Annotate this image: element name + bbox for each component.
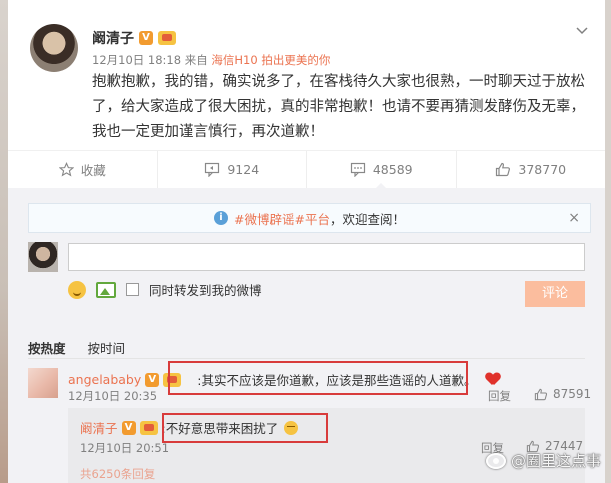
comment-input[interactable]: [68, 243, 585, 271]
notice-text: ，欢迎查阅！: [329, 211, 405, 227]
emoji-icon[interactable]: [68, 280, 86, 299]
post-time[interactable]: 12月10日 18:18: [92, 53, 181, 67]
info-icon: i: [214, 211, 229, 225]
comment-username[interactable]: angelababy: [68, 372, 141, 387]
submit-comment-button[interactable]: 评论: [525, 281, 585, 307]
repost-button[interactable]: 9124: [158, 151, 307, 188]
weibo-eye-icon: [485, 452, 506, 469]
comment-like-button[interactable]: 87591: [534, 387, 591, 401]
post-text: 抱歉抱歉，我的错，确实说多了，在客栈待久大家也很熟，一时聊天过于放松了，给大家造…: [92, 74, 585, 140]
comment-like-count: 87591: [553, 387, 592, 401]
tab-by-time[interactable]: 按时间: [88, 338, 126, 357]
comment-icon: [350, 162, 365, 177]
tab-by-hot[interactable]: 按热度: [28, 338, 66, 357]
post-source-prefix: 来自: [184, 53, 208, 67]
verified-v-icon: V: [145, 372, 160, 387]
background-edge-left: [0, 0, 8, 483]
comment-sort-tabs: 按热度 按时间: [28, 338, 125, 357]
background-edge-right: [605, 0, 611, 483]
comment-count: 48589: [372, 162, 413, 177]
rumor-notice-bar: i #微博辟谣#平台 ，欢迎查阅！ ×: [28, 203, 591, 233]
chevron-down-icon[interactable]: [575, 24, 589, 38]
close-icon[interactable]: ×: [568, 210, 580, 226]
heart-emoji-icon: [486, 373, 500, 386]
author-avatar[interactable]: [30, 24, 78, 72]
weibo-post: 阚清子 V 12月10日 18:18 来自 海信H10 拍出更美的你 抱歉抱歉，…: [8, 0, 605, 150]
comment-reply-link[interactable]: 回复: [488, 388, 511, 404]
verified-v-icon: V: [139, 31, 153, 45]
like-button[interactable]: 378770: [457, 151, 606, 188]
divider: [28, 358, 585, 359]
more-replies-link[interactable]: 共6250条回复: [80, 466, 155, 482]
image-icon[interactable]: [96, 281, 116, 298]
post-action-bar: 收藏 9124 48589 378770: [8, 150, 606, 189]
also-repost-checkbox[interactable]: [126, 283, 139, 296]
vip-crown-icon: [158, 31, 176, 45]
composer-tools: 同时转发到我的微博: [68, 280, 262, 299]
post-source[interactable]: 海信H10 拍出更美的你: [211, 53, 330, 67]
commenter-avatar[interactable]: [28, 368, 58, 398]
star-icon: [58, 162, 74, 177]
comment-time: 12月10日 20:35: [68, 389, 158, 403]
post-meta: 12月10日 18:18 来自 海信H10 拍出更美的你: [92, 52, 330, 68]
my-avatar: [28, 242, 58, 272]
watermark: @圈里这点事: [485, 450, 601, 471]
author-name[interactable]: 阚清子: [92, 28, 134, 48]
weibo-card: 阚清子 V 12月10日 18:18 来自 海信H10 拍出更美的你 抱歉抱歉，…: [8, 0, 605, 483]
repost-count: 9124: [227, 162, 260, 177]
author-line: 阚清子 V: [92, 28, 176, 48]
reply-username[interactable]: 阚清子: [80, 418, 118, 437]
verified-v-icon: V: [121, 420, 136, 435]
rumor-platform-link[interactable]: #微博辟谣#平台: [234, 209, 330, 228]
like-count: 378770: [518, 162, 567, 177]
favorite-button[interactable]: 收藏: [8, 151, 158, 188]
thumbs-up-icon: [496, 162, 511, 177]
reply-thread: 阚清子 V :不好意思带来困扰了 12月10日 20:51 回复 27447 共…: [68, 408, 585, 483]
thumbs-up-icon: [534, 388, 548, 400]
highlight-box: [162, 413, 328, 443]
comment-section: i #微博辟谣#平台 ，欢迎查阅！ × 同时转发到我的微博 评论 按热度 按时间…: [8, 188, 605, 483]
repost-icon: [205, 162, 220, 177]
also-repost-label: 同时转发到我的微博: [149, 283, 262, 298]
reply-time: 12月10日 20:51: [80, 441, 170, 455]
highlight-box: [168, 361, 468, 395]
watermark-text: @圈里这点事: [510, 452, 601, 470]
favorite-label: 收藏: [80, 163, 106, 178]
vip-crown-icon: [139, 420, 158, 435]
comment-button[interactable]: 48589: [307, 151, 457, 189]
